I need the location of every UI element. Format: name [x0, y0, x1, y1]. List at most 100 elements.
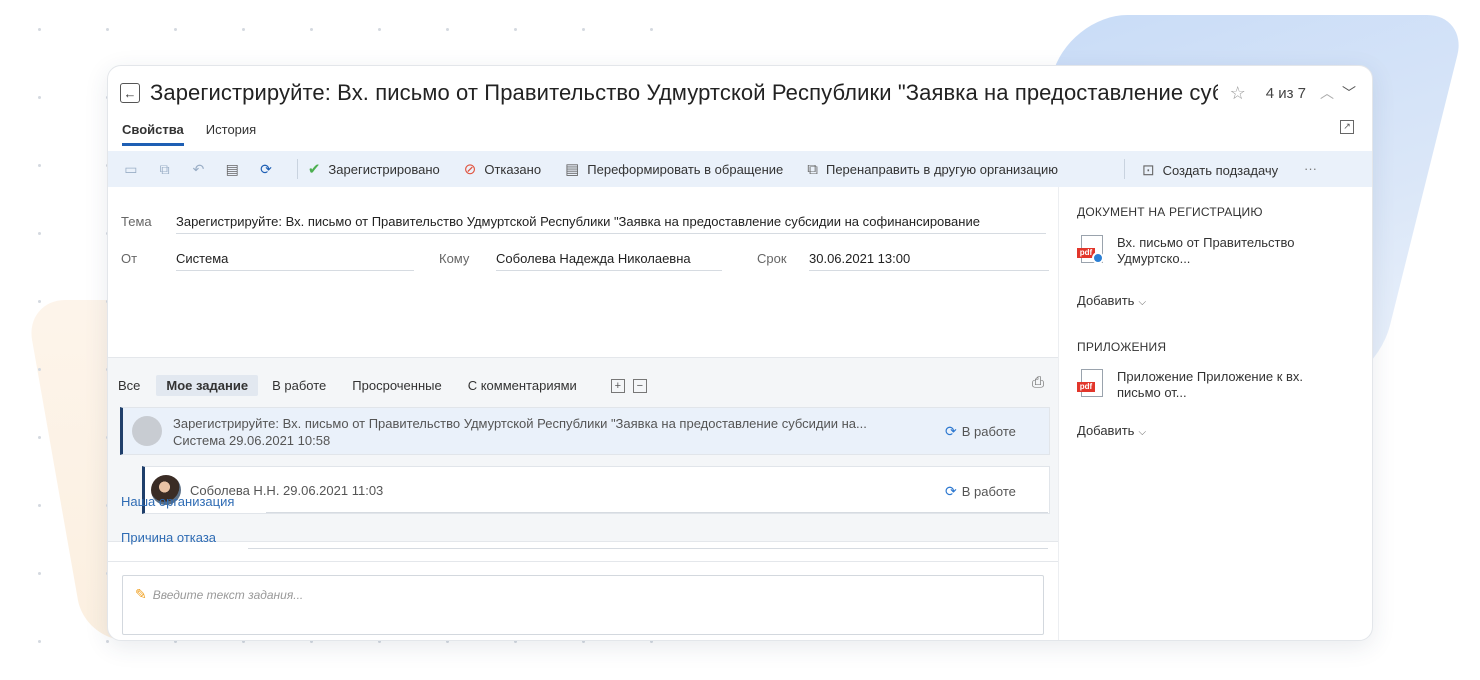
attachments-title: ПРИЛОЖЕНИЯ [1077, 340, 1167, 354]
popout-icon[interactable]: ↗ [1340, 120, 1354, 134]
tab-history[interactable]: История [206, 122, 256, 146]
save-icon[interactable]: ▭ [118, 158, 144, 180]
rejected-button[interactable]: ⊘ Отказано [464, 160, 541, 178]
tab-properties[interactable]: Свойства [122, 122, 184, 146]
forbidden-icon: ⊘ [463, 161, 477, 178]
attachment-name: Приложение Приложение к вх. письмо от... [1117, 369, 1304, 400]
registered-label: Зарегистрировано [328, 161, 440, 177]
redirect-label: Перенаправить в другую организацию [825, 161, 1058, 177]
subtask-icon: ⊡ [1142, 162, 1155, 179]
title-bar: ← Зарегистрируйте: Вх. письмо от Правите… [120, 78, 1360, 108]
background-dot [38, 640, 41, 643]
add-attachment-button[interactable]: Добавить ⌵ [1077, 423, 1146, 438]
pdf-signed-icon: pdf [1077, 235, 1104, 265]
task-text-input[interactable]: ✎ Введите текст задания... [122, 575, 1044, 635]
chevron-up-icon[interactable]: ︿ [1320, 83, 1334, 103]
task-meta: Система 29.06.2021 10:58 [173, 433, 331, 448]
doc-section-title: ДОКУМЕНТ НА РЕГИСТРАЦИЮ [1077, 205, 1263, 219]
task-row[interactable]: Зарегистрируйте: Вх. письмо от Правитель… [120, 407, 1050, 455]
background-dot [446, 28, 449, 31]
tasks-area: Все Мое задание В работе Просроченные С … [108, 357, 1058, 542]
copy-icon[interactable]: ▤ [219, 158, 245, 180]
chevron-down-icon: ⌵ [1138, 427, 1147, 438]
background-dot [582, 28, 585, 31]
filter-in-progress[interactable]: В работе [272, 378, 326, 393]
document-name: Вх. письмо от Правительство Удмуртско... [1117, 235, 1295, 266]
background-dot [106, 28, 109, 31]
background-dot [650, 28, 653, 31]
star-icon[interactable]: ☆ [1230, 83, 1246, 104]
add-label: Добавить [1077, 293, 1135, 308]
main-panel: Тема Зарегистрируйте: Вх. письмо от Прав… [108, 187, 1058, 640]
to-label: Кому [439, 251, 470, 266]
attachment-item[interactable]: pdf Приложение Приложение к вх. письмо о… [1077, 369, 1317, 401]
filter-all[interactable]: Все [118, 378, 140, 393]
status-label: В работе [961, 424, 1016, 439]
expand-all-icon[interactable]: + [610, 378, 625, 393]
registration-document[interactable]: pdf Вх. письмо от Правительство Удмуртск… [1077, 235, 1317, 267]
filter-overdue[interactable]: Просроченные [352, 378, 441, 393]
background-dot [106, 640, 109, 643]
avatar [132, 416, 162, 446]
background-dot [310, 28, 313, 31]
check-icon: ✔ [307, 161, 321, 178]
rejected-label: Отказано [484, 161, 542, 177]
background-dot [38, 368, 41, 371]
to-field[interactable]: Соболева Надежда Николаевна [496, 251, 722, 271]
right-sidebar: ДОКУМЕНТ НА РЕГИСТРАЦИЮ pdf Вх. письмо о… [1058, 187, 1372, 640]
chevron-down-icon: ⌵ [1138, 297, 1147, 308]
undo-icon[interactable]: ↶ [186, 158, 212, 180]
our-organization-field[interactable] [266, 512, 1048, 513]
deadline-field[interactable]: 30.06.2021 13:00 [809, 251, 1049, 271]
status-label: В работе [961, 484, 1016, 499]
background-dot [38, 572, 41, 575]
reform-label: Переформировать в обращение [587, 161, 784, 177]
chevron-down-icon[interactable]: ﹀ [1342, 83, 1356, 103]
task-filters: Все Мое задание В работе Просроченные С … [118, 375, 655, 396]
background-dot [38, 436, 41, 439]
filter-my-task[interactable]: Мое задание [156, 375, 259, 396]
tab-bar: Свойства История [122, 122, 256, 146]
registered-button[interactable]: ✔ Зарегистрировано [308, 160, 440, 178]
redirect-button[interactable]: ⧉ Перенаправить в другую организацию [807, 161, 1058, 178]
save-close-icon[interactable]: ⧉ [152, 158, 178, 180]
document-icon: ▤ [565, 161, 580, 178]
task-title: Зарегистрируйте: Вх. письмо от Правитель… [173, 416, 867, 431]
reject-reason-label: Причина отказа [121, 530, 217, 545]
background-dot [514, 28, 517, 31]
background-dot [38, 300, 41, 303]
subject-field[interactable]: Зарегистрируйте: Вх. письмо от Правитель… [176, 214, 1046, 234]
background-dot [38, 96, 41, 99]
deadline-label: Срок [757, 251, 787, 266]
subject-label: Тема [121, 214, 152, 229]
refresh-icon[interactable]: ⟳ [253, 158, 279, 180]
in-progress-icon: ⟳ [945, 483, 957, 499]
toolbar-separator [296, 159, 298, 179]
background-dot [38, 232, 41, 235]
reject-reason-field[interactable] [248, 548, 1048, 549]
more-icon[interactable]: ··· [1304, 161, 1317, 176]
status-badge: ⟳ В работе [945, 483, 1016, 500]
pdf-icon: pdf [1077, 369, 1103, 399]
back-arrow-icon[interactable]: ← [120, 83, 140, 103]
our-organization-label: Наша организация [121, 494, 235, 509]
add-document-button[interactable]: Добавить ⌵ [1077, 293, 1146, 308]
toolbar-separator [1124, 159, 1125, 179]
create-subtask-button[interactable]: ⊡ Создать подзадачу [1142, 161, 1278, 179]
collapse-all-icon[interactable]: − [632, 378, 647, 393]
pencil-icon: ✎ [135, 586, 147, 602]
divider [108, 561, 1058, 562]
filter-with-comments[interactable]: С комментариями [468, 378, 577, 393]
task-row[interactable]: Соболева Н.Н. 29.06.2021 11:03 ⟳ В работ… [142, 466, 1050, 514]
task-window: ← Зарегистрируйте: Вх. письмо от Правите… [107, 65, 1373, 641]
background-dot [38, 504, 41, 507]
in-progress-icon: ⟳ [945, 423, 957, 439]
background-dot [378, 28, 381, 31]
add-label: Добавить [1077, 423, 1135, 438]
reform-button[interactable]: ▤ Переформировать в обращение [565, 160, 783, 178]
placeholder-text: Введите текст задания... [152, 587, 304, 602]
printer-icon[interactable]: ⎙ [1032, 374, 1044, 391]
background-dot [174, 28, 177, 31]
redirect-icon: ⧉ [807, 160, 818, 178]
from-field[interactable]: Система [176, 251, 414, 271]
